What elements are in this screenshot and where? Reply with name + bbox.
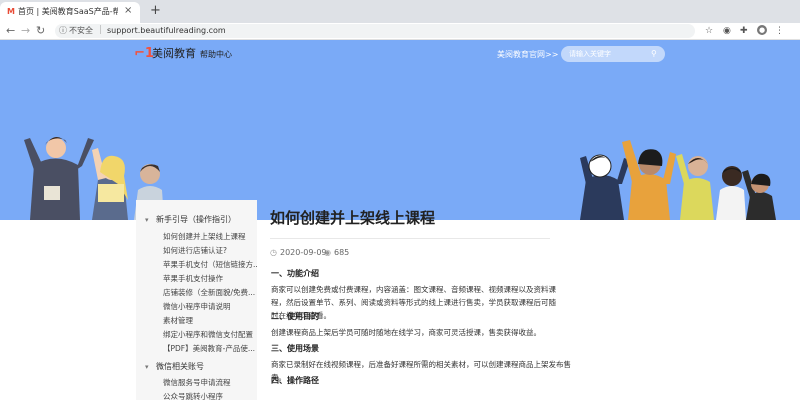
new-tab-button[interactable]: + (150, 3, 161, 19)
section-heading: 二、使用目的 (271, 312, 319, 321)
profile-avatar-icon[interactable]: ● (757, 25, 767, 35)
sidebar-item[interactable]: 如何进行店铺认证? (163, 245, 257, 257)
sidebar-item[interactable]: 绑定小程序和微信支付配置 (163, 329, 257, 341)
puzzle-icon[interactable]: ✚ (740, 25, 748, 37)
url-text[interactable]: support.beautifulreading.com (107, 25, 226, 37)
eye-icon: ◉ (324, 248, 331, 257)
section-heading: 四、操作路径 (271, 376, 319, 385)
sidebar-section-wechat[interactable]: 微信相关账号 (156, 361, 204, 373)
star-icon[interactable]: ☆ (705, 25, 713, 37)
sidebar: ▾ 新手引导（操作指引） 如何创建并上架线上课程 如何进行店铺认证? 苹果手机支… (136, 200, 257, 400)
browser-tab[interactable]: M 首页 | 美阅教育SaaS产品-帮助中心 × (0, 2, 140, 23)
title-divider (270, 238, 550, 239)
address-bar[interactable]: ⓘ 不安全 | support.beautifulreading.com (55, 24, 695, 38)
brand-logo-icon[interactable]: ⌐1 (134, 46, 154, 62)
sidebar-item[interactable]: 微信服务号申请流程 (163, 377, 257, 389)
collapse-arrow-icon[interactable]: ▾ (145, 214, 149, 226)
sidebar-item[interactable]: 店铺装修（全新面貌/免费... (163, 287, 257, 299)
logo-subtitle: 帮助中心 (200, 50, 232, 59)
menu-kebab-icon[interactable]: ⋮ (775, 25, 784, 37)
url-separator: | (99, 25, 103, 35)
section-heading: 一、功能介绍 (271, 269, 319, 278)
sidebar-item[interactable]: 苹果手机支付操作 (163, 273, 257, 285)
forward-arrow-icon[interactable]: → (21, 24, 30, 38)
info-icon[interactable]: ⓘ (59, 25, 67, 37)
article: 如何创建并上架线上课程 ◷ 2020-09-09 ◉ 685 一、功能介绍 商家… (258, 180, 800, 400)
article-title: 如何创建并上架线上课程 (270, 209, 436, 227)
section-body: 创建课程商品上架后学员可随时随地在线学习，商家可灵活授课，售卖获得收益。 (271, 328, 541, 337)
publish-date: 2020-09-09 (280, 248, 327, 257)
collapse-arrow-icon[interactable]: ▾ (145, 361, 149, 373)
sidebar-item[interactable]: 如何创建并上架线上课程 (163, 231, 257, 243)
person-left-2-illustration (92, 148, 128, 220)
sidebar-item[interactable]: 苹果手机支付（短信链接方... (163, 259, 257, 271)
official-site-link[interactable]: 美阅教育官网>> (497, 49, 558, 61)
section-heading: 三、使用场景 (271, 344, 319, 353)
sidebar-item[interactable]: 公众号跳转小程序 (163, 391, 257, 400)
browser-toolbar: ← → ↻ ⓘ 不安全 | support.beautifulreading.c… (0, 23, 800, 40)
sidebar-item[interactable]: 微信小程序申请说明 (163, 301, 257, 313)
browser-tab-bar: M 首页 | 美阅教育SaaS产品-帮助中心 × + (0, 0, 800, 23)
view-count: 685 (334, 248, 350, 257)
reload-icon[interactable]: ↻ (36, 24, 45, 38)
search-icon[interactable]: ⚲ (651, 48, 657, 60)
sidebar-item[interactable]: 【PDF】美阅教育-产品使... (163, 343, 257, 355)
tab-title: 首页 | 美阅教育SaaS产品-帮助中心 (18, 7, 118, 16)
extension-icon[interactable]: ◉ (723, 25, 731, 37)
insecure-label: 不安全 (69, 26, 93, 35)
clock-icon: ◷ (270, 248, 277, 257)
search-box: ⚲ (561, 46, 665, 62)
back-arrow-icon[interactable]: ← (6, 24, 15, 38)
logo-text[interactable]: 美阅教育 (152, 47, 196, 61)
site-favicon-icon: M (7, 7, 15, 16)
search-input[interactable] (569, 48, 649, 60)
close-tab-icon[interactable]: × (124, 5, 132, 17)
person-left-1-illustration (24, 136, 94, 220)
sidebar-section-guide[interactable]: 新手引导（操作指引） (156, 214, 236, 226)
sidebar-item[interactable]: 素材管理 (163, 315, 257, 327)
